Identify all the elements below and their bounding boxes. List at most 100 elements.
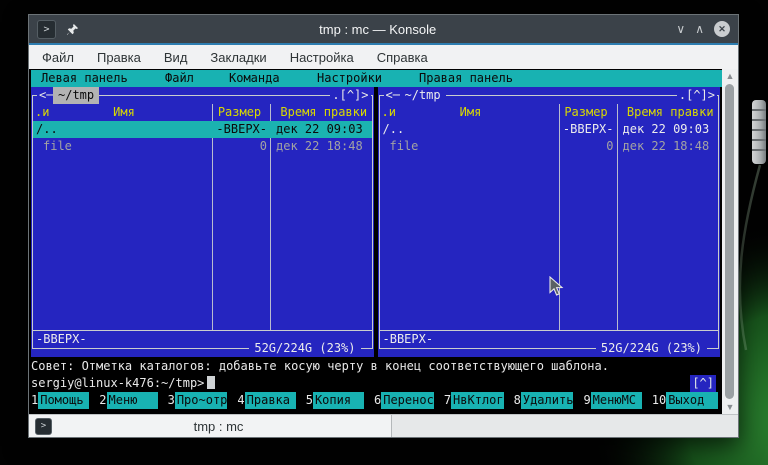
- mc-hint-line: Совет: Отметка каталогов: добавьте косую…: [31, 358, 722, 375]
- terminal-area[interactable]: Левая панель Файл Команда Настройки Прав…: [29, 69, 738, 414]
- fkey-menu[interactable]: 2Меню: [99, 392, 167, 409]
- fkey-number: 4: [237, 392, 244, 409]
- terminal-scrollbar[interactable]: ▲ ▼: [722, 69, 738, 414]
- konsole-tab-icon: >: [35, 418, 52, 435]
- file-row[interactable]: file 0 дек 22 18:48: [33, 138, 372, 155]
- column-mtime[interactable]: Время правки: [270, 104, 372, 121]
- fkey-label: Удалить: [521, 392, 574, 409]
- fkey-number: 5: [306, 392, 313, 409]
- fkey-edit[interactable]: 4Правка: [237, 392, 305, 409]
- menu-edit[interactable]: Правка: [97, 50, 141, 65]
- fkey-label: Перенос: [381, 392, 434, 409]
- fkey-number: 3: [168, 392, 175, 409]
- fkey-number: 7: [444, 392, 451, 409]
- konsole-tabbar: > tmp : mc: [29, 414, 738, 437]
- file-row[interactable]: file 0 дек 22 18:48: [380, 138, 719, 155]
- fkey-view[interactable]: 3Про~отр: [168, 392, 238, 409]
- fkey-label: МенюМС: [591, 392, 642, 409]
- window-title: tmp : mc — Konsole: [79, 22, 676, 37]
- panel-path[interactable]: ~/tmp: [53, 87, 99, 104]
- file-name: /..: [380, 121, 559, 138]
- mc-menu-options[interactable]: Настройки: [317, 70, 382, 87]
- panel-corner-controls[interactable]: .[^]>: [330, 87, 370, 104]
- mc-menu-file[interactable]: Файл: [165, 70, 194, 87]
- mc-menu-left-panel[interactable]: Левая панель: [41, 70, 128, 87]
- file-size: -ВВЕРХ-: [212, 121, 270, 138]
- file-name: file: [33, 138, 212, 155]
- file-name: file: [380, 138, 559, 155]
- panel-path[interactable]: ~/tmp: [400, 87, 446, 104]
- column-size[interactable]: Размер: [559, 104, 617, 121]
- fkey-pulldown[interactable]: 9МенюМС: [583, 392, 651, 409]
- mc-function-key-bar: 1Помощь 2Меню 3Про~отр 4Правка 5Копия 6П…: [31, 392, 720, 409]
- free-space: 52G/224G (23%): [249, 340, 360, 357]
- shell-prompt-line[interactable]: sergiy@linux-k476:~/tmp> [^]: [31, 375, 722, 392]
- fkey-label: Помощь: [38, 392, 89, 409]
- fkey-help[interactable]: 1Помощь: [31, 392, 99, 409]
- fkey-label: НвКтлог: [451, 392, 504, 409]
- konsole-menubar: Файл Правка Вид Закладки Настройка Справ…: [29, 45, 738, 69]
- column-headers: Имя Размер Время правки: [380, 104, 719, 121]
- midnight-commander: Левая панель Файл Команда Настройки Прав…: [31, 69, 722, 414]
- fkey-label: Правка: [245, 392, 296, 409]
- scrollbar-up-arrow[interactable]: ▲: [722, 70, 738, 82]
- file-row-selected[interactable]: /.. -ВВЕРХ- дек 22 09:03: [33, 121, 372, 138]
- fkey-mkdir[interactable]: 7НвКтлог: [444, 392, 514, 409]
- menu-bookmarks[interactable]: Закладки: [210, 50, 266, 65]
- panel-corner-controls[interactable]: .[^]>: [677, 87, 717, 104]
- fkey-label: Про~отр: [175, 392, 228, 409]
- close-button[interactable]: ✕: [714, 21, 730, 37]
- mc-panels: <─ ~/tmp .[^]> .и Имя Размер Время правк…: [31, 87, 720, 357]
- menu-settings[interactable]: Настройка: [290, 50, 354, 65]
- fkey-quit[interactable]: 10Выход: [652, 392, 720, 409]
- fkey-label: Выход: [666, 392, 718, 409]
- fkey-number: 10: [652, 392, 666, 409]
- tab-title: tmp : mc: [52, 419, 385, 434]
- fkey-label: Меню: [107, 392, 158, 409]
- menu-view[interactable]: Вид: [164, 50, 188, 65]
- menu-help[interactable]: Справка: [377, 50, 428, 65]
- sort-indicator[interactable]: .и: [382, 104, 396, 121]
- fkey-number: 9: [583, 392, 590, 409]
- mc-right-panel: <─ ~/tmp .[^]> .и Имя Размер Время правк…: [378, 87, 721, 357]
- column-name[interactable]: Имя: [380, 104, 559, 121]
- fkey-delete[interactable]: 8Удалить: [514, 392, 584, 409]
- column-name[interactable]: Имя: [33, 104, 212, 121]
- fkey-number: 1: [31, 392, 38, 409]
- file-size: 0: [212, 138, 270, 155]
- titlebar[interactable]: > tmp : mc — Konsole ∨ ∧ ✕: [29, 15, 738, 43]
- pin-icon[interactable]: [66, 23, 79, 36]
- fkey-number: 8: [514, 392, 521, 409]
- konsole-window: > tmp : mc — Konsole ∨ ∧ ✕ Файл Правка В…: [28, 14, 739, 438]
- file-mtime: дек 22 18:48: [270, 138, 372, 155]
- mc-menu-command[interactable]: Команда: [229, 70, 280, 87]
- file-size: -ВВЕРХ-: [559, 121, 617, 138]
- fkey-number: 6: [374, 392, 381, 409]
- mc-menu-right-panel[interactable]: Правая панель: [419, 70, 513, 87]
- scrollbar-down-arrow[interactable]: ▼: [722, 401, 738, 413]
- file-row[interactable]: /.. -ВВЕРХ- дек 22 09:03: [380, 121, 719, 138]
- sort-indicator[interactable]: .и: [35, 104, 49, 121]
- history-up-button[interactable]: [^]: [690, 375, 716, 392]
- file-mtime: дек 22 09:03: [617, 121, 719, 138]
- maximize-button[interactable]: ∧: [695, 23, 704, 35]
- tab-tmp-mc[interactable]: > tmp : mc: [29, 415, 392, 437]
- scrollbar-thumb[interactable]: [725, 84, 734, 399]
- mc-left-panel: <─ ~/tmp .[^]> .и Имя Размер Время правк…: [31, 87, 374, 357]
- fkey-move[interactable]: 6Перенос: [374, 392, 444, 409]
- menu-file[interactable]: Файл: [42, 50, 74, 65]
- fkey-copy[interactable]: 5Копия: [306, 392, 374, 409]
- mc-menubar: Левая панель Файл Команда Настройки Прав…: [31, 70, 722, 87]
- mouse-cursor: [549, 276, 564, 297]
- column-mtime[interactable]: Время правки: [617, 104, 719, 121]
- minimize-button[interactable]: ∨: [676, 23, 685, 35]
- file-name: /..: [33, 121, 212, 138]
- shell-prompt: sergiy@linux-k476:~/tmp>: [31, 376, 204, 390]
- mini-status: -ВВЕРХ-: [36, 331, 87, 348]
- column-size[interactable]: Размер: [212, 104, 270, 121]
- text-cursor: [207, 376, 215, 389]
- panel-header: <─ ~/tmp .[^]>: [31, 87, 374, 104]
- free-space: 52G/224G (23%): [596, 340, 707, 357]
- file-mtime: дек 22 09:03: [270, 121, 372, 138]
- fkey-label: Копия: [313, 392, 364, 409]
